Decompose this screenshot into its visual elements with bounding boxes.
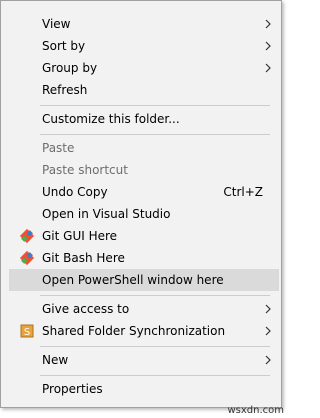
menu-item-label: Paste: [42, 141, 75, 155]
menu-item-paste-shortcut: Paste shortcut: [9, 159, 279, 181]
chevron-right-icon: [265, 63, 271, 73]
chevron-right-icon: [265, 19, 271, 29]
menu-separator: [40, 134, 270, 135]
menu-item-open-in-visual-studio[interactable]: Open in Visual Studio: [9, 203, 279, 225]
menu-separator: [40, 346, 270, 347]
menu-item-open-powershell[interactable]: Open PowerShell window here: [9, 269, 279, 291]
git-icon: [19, 250, 35, 266]
menu-item-view[interactable]: View: [9, 13, 279, 35]
menu-item-label: New: [42, 353, 69, 367]
menu-item-label: Sort by: [42, 39, 86, 53]
git-icon: [19, 228, 35, 244]
menu-item-label: Git Bash Here: [42, 251, 125, 265]
shortcut-hint: Ctrl+Z: [223, 185, 263, 199]
menu-item-git-gui-here[interactable]: Git GUI Here: [9, 225, 279, 247]
menu-item-properties[interactable]: Properties: [9, 378, 279, 400]
chevron-right-icon: [265, 304, 271, 314]
menu-item-label: Open in Visual Studio: [42, 207, 171, 221]
chevron-right-icon: [265, 326, 271, 336]
menu-item-label: Properties: [42, 382, 103, 396]
menu-item-paste: Paste: [9, 137, 279, 159]
menu-item-sort-by[interactable]: Sort by: [9, 35, 279, 57]
menu-item-label: Group by: [42, 61, 98, 75]
menu-item-new[interactable]: New: [9, 349, 279, 371]
menu-item-shared-folder-sync[interactable]: S Shared Folder Synchronization: [9, 320, 279, 342]
context-menu: View Sort by Group by Refresh Customize …: [0, 0, 282, 408]
menu-item-label: Shared Folder Synchronization: [42, 324, 226, 338]
menu-item-label: Undo Copy: [42, 185, 108, 199]
menu-item-label: Customize this folder...: [42, 112, 180, 126]
chevron-right-icon: [265, 355, 271, 365]
menu-item-give-access-to[interactable]: Give access to: [9, 298, 279, 320]
menu-item-refresh[interactable]: Refresh: [9, 79, 279, 101]
menu-item-undo-copy[interactable]: Undo Copy Ctrl+Z: [9, 181, 279, 203]
menu-item-customize-folder[interactable]: Customize this folder...: [9, 108, 279, 130]
chevron-right-icon: [265, 41, 271, 51]
menu-separator: [40, 105, 270, 106]
menu-item-label: Open PowerShell window here: [42, 273, 224, 287]
menu-separator: [40, 375, 270, 376]
menu-separator: [40, 295, 270, 296]
menu-item-git-bash-here[interactable]: Git Bash Here: [9, 247, 279, 269]
menu-item-label: Give access to: [42, 302, 130, 316]
menu-item-group-by[interactable]: Group by: [9, 57, 279, 79]
menu-item-label: Git GUI Here: [42, 229, 118, 243]
watermark: wsxdn.com: [227, 405, 284, 416]
menu-item-label: View: [42, 17, 71, 31]
menu-item-label: Paste shortcut: [42, 163, 128, 177]
svg-text:S: S: [24, 327, 30, 338]
menu-item-label: Refresh: [42, 83, 88, 97]
sync-icon: S: [20, 324, 34, 338]
